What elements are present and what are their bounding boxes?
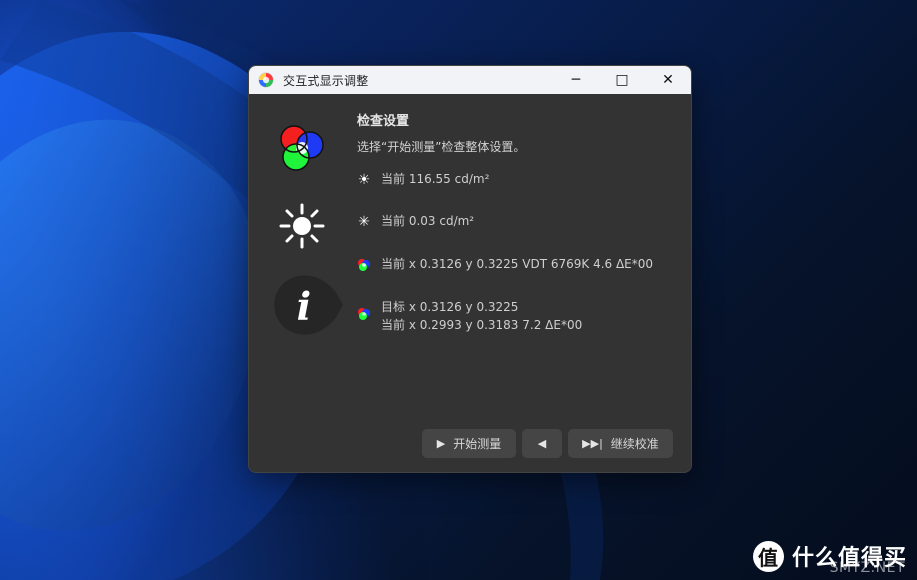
small-dark-icon: ✳	[358, 214, 370, 230]
close-button[interactable]: ✕	[645, 66, 691, 94]
window-titlebar[interactable]: 交互式显示调整 ─ □ ✕	[249, 66, 691, 94]
target-value: 目标 x 0.3126 y 0.3225	[381, 300, 519, 314]
info-drop-icon: i	[259, 268, 345, 342]
continue-calibration-button[interactable]: ▶▶| 继续校准	[568, 429, 673, 458]
start-measure-label: 开始测量	[453, 437, 502, 451]
interactive-display-adjustment-window: 交互式显示调整 ─ □ ✕ i 检查设置 选择“开始测量”检查整体设置。 ☀ 当…	[248, 65, 692, 473]
play-icon: ▶	[436, 437, 446, 450]
minimize-icon: ─	[571, 72, 581, 88]
svg-text:i: i	[297, 284, 312, 329]
bottom-buttons: ▶ 开始测量 ◀ ▶▶| 继续校准	[422, 429, 673, 458]
target-current-value: 当前 x 0.2993 y 0.3183 7.2 ΔE*00	[381, 318, 583, 332]
black-luminance-value: 当前 0.03 cd/m²	[381, 214, 475, 228]
sun-icon	[259, 198, 345, 254]
window-title: 交互式显示调整	[283, 73, 369, 88]
target-row: 目标 x 0.3126 y 0.3225 当前 x 0.2993 y 0.318…	[355, 299, 582, 333]
maximize-button[interactable]: □	[599, 66, 645, 94]
left-icon-column: i	[249, 94, 345, 472]
close-icon: ✕	[662, 72, 674, 88]
small-rgb-target-icon	[355, 305, 373, 323]
section-title: 检查设置	[357, 114, 410, 129]
window-content: i 检查设置 选择“开始测量”检查整体设置。 ☀ 当前 116.55 cd/m²…	[249, 94, 691, 472]
start-measure-button[interactable]: ▶ 开始测量	[422, 429, 516, 458]
black-luminance-row: ✳ 当前 0.03 cd/m²	[355, 213, 474, 231]
watermark-subtext: SMYZ.NET	[829, 560, 905, 576]
maximize-icon: □	[615, 72, 629, 88]
small-rgb-icon	[355, 256, 373, 274]
whitepoint-row: 当前 x 0.3126 y 0.3225 VDT 6769K 4.6 ΔE*00	[355, 256, 653, 274]
minimize-button[interactable]: ─	[553, 66, 599, 94]
watermark-logo: 值	[752, 540, 784, 572]
whitepoint-current-value: 当前 x 0.3126 y 0.3225 VDT 6769K 4.6 ΔE*00	[381, 257, 654, 271]
previous-icon: ◀	[537, 437, 547, 450]
white-luminance-row: ☀ 当前 116.55 cd/m²	[355, 171, 490, 189]
section-subtitle: 选择“开始测量”检查整体设置。	[357, 140, 526, 154]
window-controls: ─ □ ✕	[553, 66, 691, 94]
white-luminance-value: 当前 116.55 cd/m²	[381, 172, 490, 186]
skip-forward-icon: ▶▶|	[582, 437, 603, 450]
small-sun-icon: ☀	[357, 172, 371, 188]
desktop-wallpaper: 交互式显示调整 ─ □ ✕ i 检查设置 选择“开始测量”检查整体设置。 ☀ 当…	[0, 0, 917, 580]
app-logo-icon	[257, 71, 275, 89]
previous-button[interactable]: ◀	[522, 429, 562, 458]
continue-calibration-label: 继续校准	[610, 437, 659, 451]
rgb-circles-icon	[259, 116, 345, 178]
